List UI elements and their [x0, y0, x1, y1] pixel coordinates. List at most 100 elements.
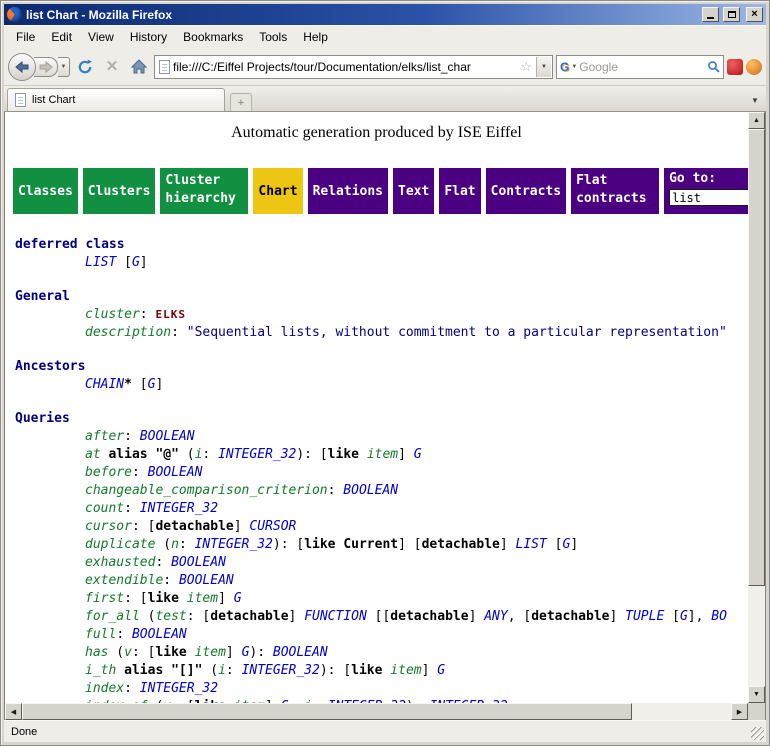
class-link[interactable]: INTEGER_32: [195, 537, 273, 552]
search-input[interactable]: [579, 60, 705, 74]
class-link[interactable]: FUNCTION: [304, 609, 367, 624]
scroll-down-icon[interactable]: ▼: [748, 686, 765, 703]
url-history-dropdown[interactable]: ▼: [536, 57, 551, 77]
scrollbar-corner: [748, 703, 765, 720]
chart-nav-flat-contracts[interactable]: Flat contracts: [571, 168, 659, 214]
horizontal-scroll-track[interactable]: [22, 703, 731, 720]
chart-nav-row: ClassesClusters Cluster hierarchy ChartRel…: [13, 168, 748, 214]
menu-view[interactable]: View: [80, 27, 122, 47]
menu-file[interactable]: File: [8, 27, 43, 47]
close-button[interactable]: ×: [746, 7, 763, 22]
menu-history[interactable]: History: [122, 27, 175, 47]
chart-nav-cluster-hierarchy[interactable]: Cluster hierarchy: [160, 168, 248, 214]
scroll-up-icon[interactable]: ▲: [748, 112, 765, 129]
horizontal-scrollbar[interactable]: ◀ ▶: [5, 703, 748, 720]
class-link[interactable]: INTEGER_32: [140, 681, 218, 696]
chart-nav-go-to[interactable]: Go to:: [664, 168, 748, 214]
tab-list-dropdown-icon[interactable]: ▼: [747, 92, 763, 108]
addon-icon-1[interactable]: [727, 59, 743, 75]
chart-line: for_all (test: [detachable] FUNCTION [[d…: [15, 608, 748, 626]
chart-line: cluster: ELKS: [15, 306, 748, 324]
class-link[interactable]: BOOLEAN: [343, 483, 398, 498]
chart-nav-clusters[interactable]: Clusters: [83, 168, 156, 214]
chart-nav-contracts[interactable]: Contracts: [486, 168, 566, 214]
menu-tools[interactable]: Tools: [251, 27, 295, 47]
feature-name: i: [218, 663, 226, 678]
code-text: ): [: [296, 447, 327, 462]
section-heading: deferred class: [15, 236, 748, 254]
scroll-left-icon[interactable]: ◀: [5, 703, 22, 720]
class-link[interactable]: LIST: [85, 255, 116, 270]
class-link[interactable]: BOOLEAN: [273, 645, 328, 660]
class-link[interactable]: LIST: [516, 537, 547, 552]
back-button[interactable]: [8, 53, 36, 81]
code-text: ):: [249, 645, 272, 660]
class-link[interactable]: CURSOR: [249, 519, 296, 534]
chart-line: duplicate (n: INTEGER_32): [like Current…: [15, 536, 748, 554]
bookmark-star-icon[interactable]: ☆: [519, 59, 533, 75]
feature-name: description: [85, 325, 171, 340]
class-link[interactable]: BOOLEAN: [140, 429, 195, 444]
stop-button[interactable]: ✕: [100, 55, 124, 79]
class-link[interactable]: ANY: [484, 609, 507, 624]
menu-edit[interactable]: Edit: [43, 27, 80, 47]
chart-nav-chart[interactable]: Chart: [253, 168, 302, 214]
title-bar[interactable]: list Chart - Mozilla Firefox ×: [4, 4, 766, 25]
class-link[interactable]: G: [437, 663, 445, 678]
maximize-button[interactable]: [723, 7, 740, 22]
code-text: :: [116, 627, 132, 642]
class-link[interactable]: BO: [711, 609, 727, 624]
feature-name: exhausted: [85, 555, 155, 570]
feature-name: index: [85, 681, 124, 696]
resize-grip[interactable]: [751, 727, 764, 740]
code-text: :: [171, 325, 187, 340]
code-text: [179, 591, 187, 606]
class-link[interactable]: BOOLEAN: [179, 573, 234, 588]
url-input[interactable]: [173, 60, 516, 74]
address-bar[interactable]: ☆ ▼: [154, 55, 553, 79]
keyword: like: [155, 645, 186, 660]
search-icon[interactable]: [707, 60, 720, 73]
horizontal-scroll-thumb[interactable]: [22, 703, 632, 720]
chart-nav-flat[interactable]: Flat: [439, 168, 480, 214]
chart-line: description: "Sequential lists, without …: [15, 324, 748, 342]
new-tab-button[interactable]: +: [230, 93, 252, 111]
refresh-button[interactable]: [73, 55, 97, 79]
chart-nav-classes[interactable]: Classes: [13, 168, 78, 214]
menu-bookmarks[interactable]: Bookmarks: [175, 27, 251, 47]
search-engine-dropdown[interactable]: ▼: [571, 64, 577, 70]
chart-line: first: [like item] G: [15, 590, 748, 608]
class-link[interactable]: TUPLE: [625, 609, 664, 624]
tab-list-chart[interactable]: list Chart: [7, 88, 225, 111]
class-link[interactable]: BOOLEAN: [132, 627, 187, 642]
forward-button[interactable]: [34, 57, 58, 77]
chart-nav-label: Cluster hierarchy: [165, 172, 243, 207]
vertical-scrollbar[interactable]: ▲ ▼: [748, 112, 765, 703]
vertical-scroll-track[interactable]: [748, 129, 765, 686]
class-link[interactable]: G: [132, 255, 140, 270]
class-link[interactable]: G: [234, 591, 242, 606]
class-link[interactable]: BOOLEAN: [171, 555, 226, 570]
chart-nav-relations[interactable]: Relations: [308, 168, 388, 214]
class-link[interactable]: INTEGER_32: [140, 501, 218, 516]
class-link[interactable]: G: [414, 447, 422, 462]
chart-nav-text[interactable]: Text: [393, 168, 434, 214]
forward-arrow-icon: [39, 61, 53, 73]
feature-name: duplicate: [85, 537, 155, 552]
class-link[interactable]: INTEGER_32: [242, 663, 320, 678]
scroll-right-icon[interactable]: ▶: [731, 703, 748, 720]
google-icon: G: [560, 60, 569, 74]
class-link[interactable]: CHAIN: [85, 377, 124, 392]
code-text: (: [108, 645, 124, 660]
goto-input[interactable]: [669, 189, 748, 206]
menu-help[interactable]: Help: [295, 27, 336, 47]
class-link[interactable]: BOOLEAN: [148, 465, 203, 480]
search-box[interactable]: G ▼: [556, 55, 724, 79]
minimize-button[interactable]: [702, 7, 719, 22]
vertical-scroll-thumb[interactable]: [748, 129, 765, 586]
addon-icon-2[interactable]: [746, 59, 762, 75]
class-link[interactable]: G: [680, 609, 688, 624]
recent-pages-dropdown[interactable]: ▼: [58, 57, 70, 77]
class-link[interactable]: INTEGER_32: [218, 447, 296, 462]
home-button[interactable]: [127, 55, 151, 79]
